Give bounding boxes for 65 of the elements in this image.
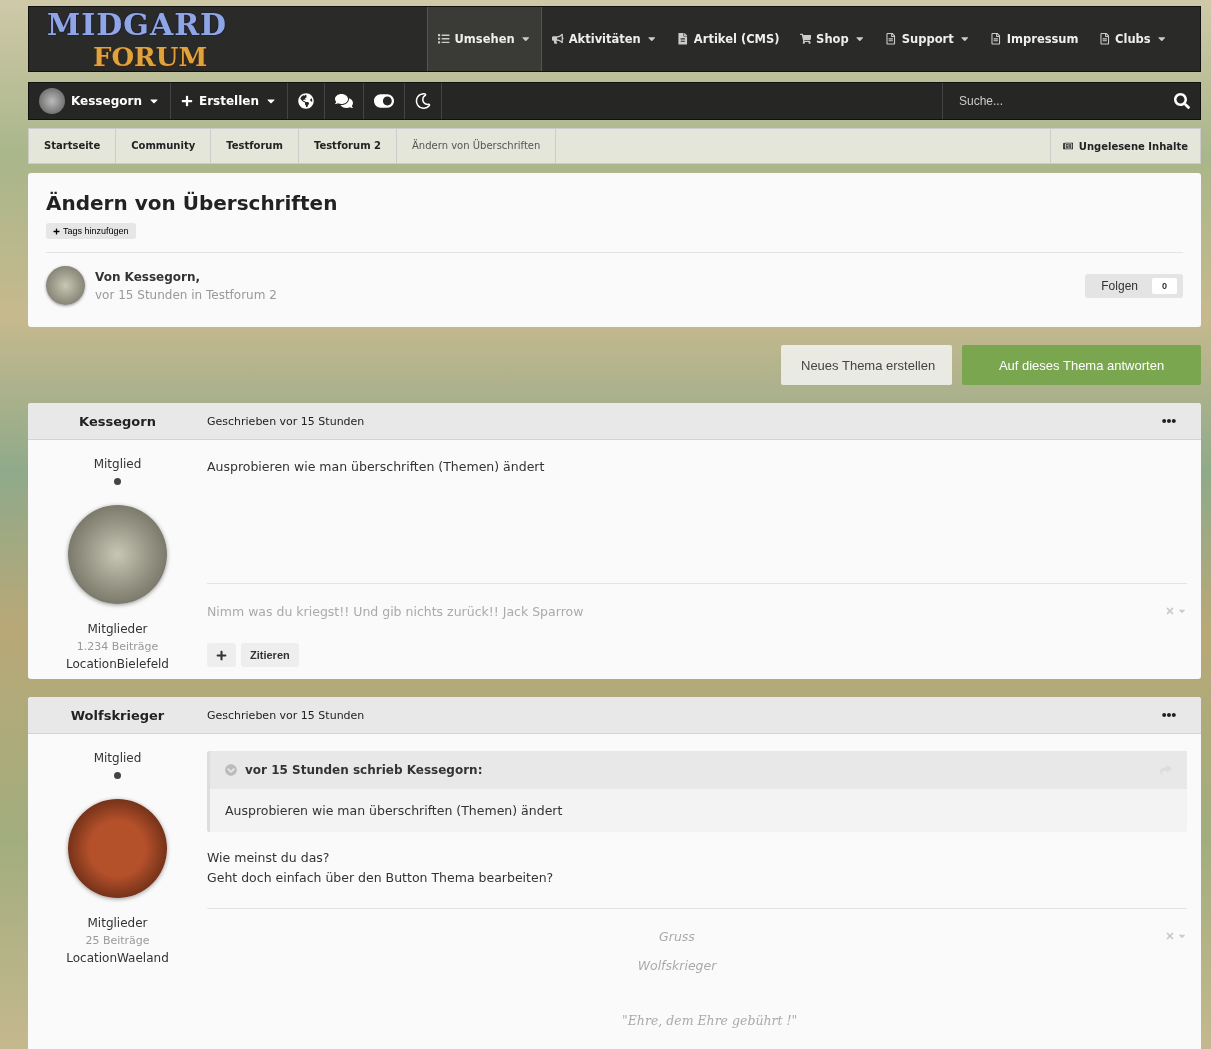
- user-rank: Mitglied: [93, 751, 142, 765]
- document-icon: [1098, 33, 1111, 45]
- wolf-avatar[interactable]: [68, 799, 167, 898]
- avatar-photo: [39, 88, 65, 114]
- search-field[interactable]: Suche...: [942, 83, 1200, 119]
- plus-icon: [53, 227, 60, 235]
- site-logo[interactable]: MIDGARD FORUM: [29, 7, 427, 71]
- avatar-photo[interactable]: [68, 505, 167, 604]
- author-name[interactable]: Von Kessegorn,: [95, 269, 277, 284]
- quote-text: Ausprobieren wie man überschriften (Themen) ändert: [224, 802, 564, 820]
- post-count: 1.234 Beiträge: [76, 640, 159, 653]
- plus-icon: [180, 95, 193, 107]
- add-button[interactable]: [207, 643, 236, 667]
- cart-icon: [799, 33, 812, 45]
- quote-header: vor 15 Stunden schrieb Kessegorn:: [245, 763, 483, 777]
- breadcrumb-link[interactable]: Community: [116, 129, 212, 163]
- add-tags-button[interactable]: Tags hinzufügen: [46, 223, 136, 239]
- status-dot: [114, 772, 121, 779]
- newspaper-icon: [1062, 141, 1073, 151]
- nav-tab[interactable]: Impressum: [980, 7, 1089, 71]
- topic-title: Ändern von Überschriften: [46, 191, 339, 215]
- post-author[interactable]: Wolfskrieger: [28, 707, 207, 723]
- document-icon: [990, 33, 1002, 45]
- post-date: Geschrieben vor 15 Stunden: [207, 414, 365, 428]
- megaphone-icon: [552, 33, 564, 45]
- search-input[interactable]: Suche...: [957, 93, 1168, 109]
- signature-text: Nimm was du kriegst!! Und gib nichts zurück!! Jack Sparrow: [207, 604, 585, 619]
- nav-tab[interactable]: Shop: [789, 7, 876, 71]
- plus-icon: [216, 649, 227, 661]
- unread-link[interactable]: Ungelesene Inhalte: [1049, 129, 1200, 163]
- document-icon: [885, 33, 897, 45]
- breadcrumb-link[interactable]: Ändern von Überschriften: [397, 129, 557, 163]
- post-author[interactable]: Kessegorn: [28, 413, 207, 429]
- post-text: Wie meinst du das?: [207, 849, 331, 867]
- user-location: LocationWaeland: [66, 951, 169, 965]
- nav-tab[interactable]: Clubs: [1088, 7, 1178, 71]
- post-count: 25 Beiträge: [85, 934, 150, 947]
- new-topic-button[interactable]: Neues Thema erstellen: [781, 345, 952, 385]
- user-location: LocationBielefeld: [66, 657, 169, 671]
- list-icon: [438, 33, 450, 45]
- breadcrumb-link[interactable]: Testforum 2: [298, 129, 398, 163]
- quote-button[interactable]: Zitieren: [241, 643, 299, 667]
- status-dot: [114, 478, 121, 485]
- nav-tab[interactable]: Support: [875, 7, 981, 71]
- nav-tab[interactable]: Artikel (CMS): [667, 7, 790, 71]
- breadcrumb-link[interactable]: Testforum: [211, 129, 299, 163]
- user-menu[interactable]: Kessegorn: [29, 83, 171, 119]
- signature-text: Wolfskrieger: [636, 958, 718, 973]
- breadcrumb-link[interactable]: Startseite: [29, 129, 117, 163]
- search-icon[interactable]: [1174, 93, 1190, 109]
- document-icon: [677, 33, 689, 45]
- post-text: Ausprobieren wie man überschriften (Themen) ändert: [207, 458, 546, 476]
- nav-tab[interactable]: Umsehen: [427, 7, 543, 71]
- create-menu[interactable]: Erstellen: [170, 83, 288, 119]
- avatar-photo[interactable]: [46, 266, 85, 305]
- post-date: Geschrieben vor 15 Stunden: [207, 708, 365, 722]
- user-group: Mitglieder: [87, 916, 148, 930]
- signature-text: "Ehre, dem Ehre gebührt !": [621, 1013, 799, 1028]
- post-text: Geht doch einfach über den Button Thema bearbeiten?: [207, 869, 555, 887]
- user-group: Mitglieder: [87, 622, 148, 636]
- signature-text: Gruss: [658, 929, 696, 944]
- topic-meta: vor 15 Stunden in Testforum 2: [95, 287, 277, 302]
- nav-tab[interactable]: Aktivitäten: [542, 7, 668, 71]
- user-rank: Mitglied: [93, 457, 142, 471]
- follow-button[interactable]: Folgen 0: [1085, 273, 1183, 298]
